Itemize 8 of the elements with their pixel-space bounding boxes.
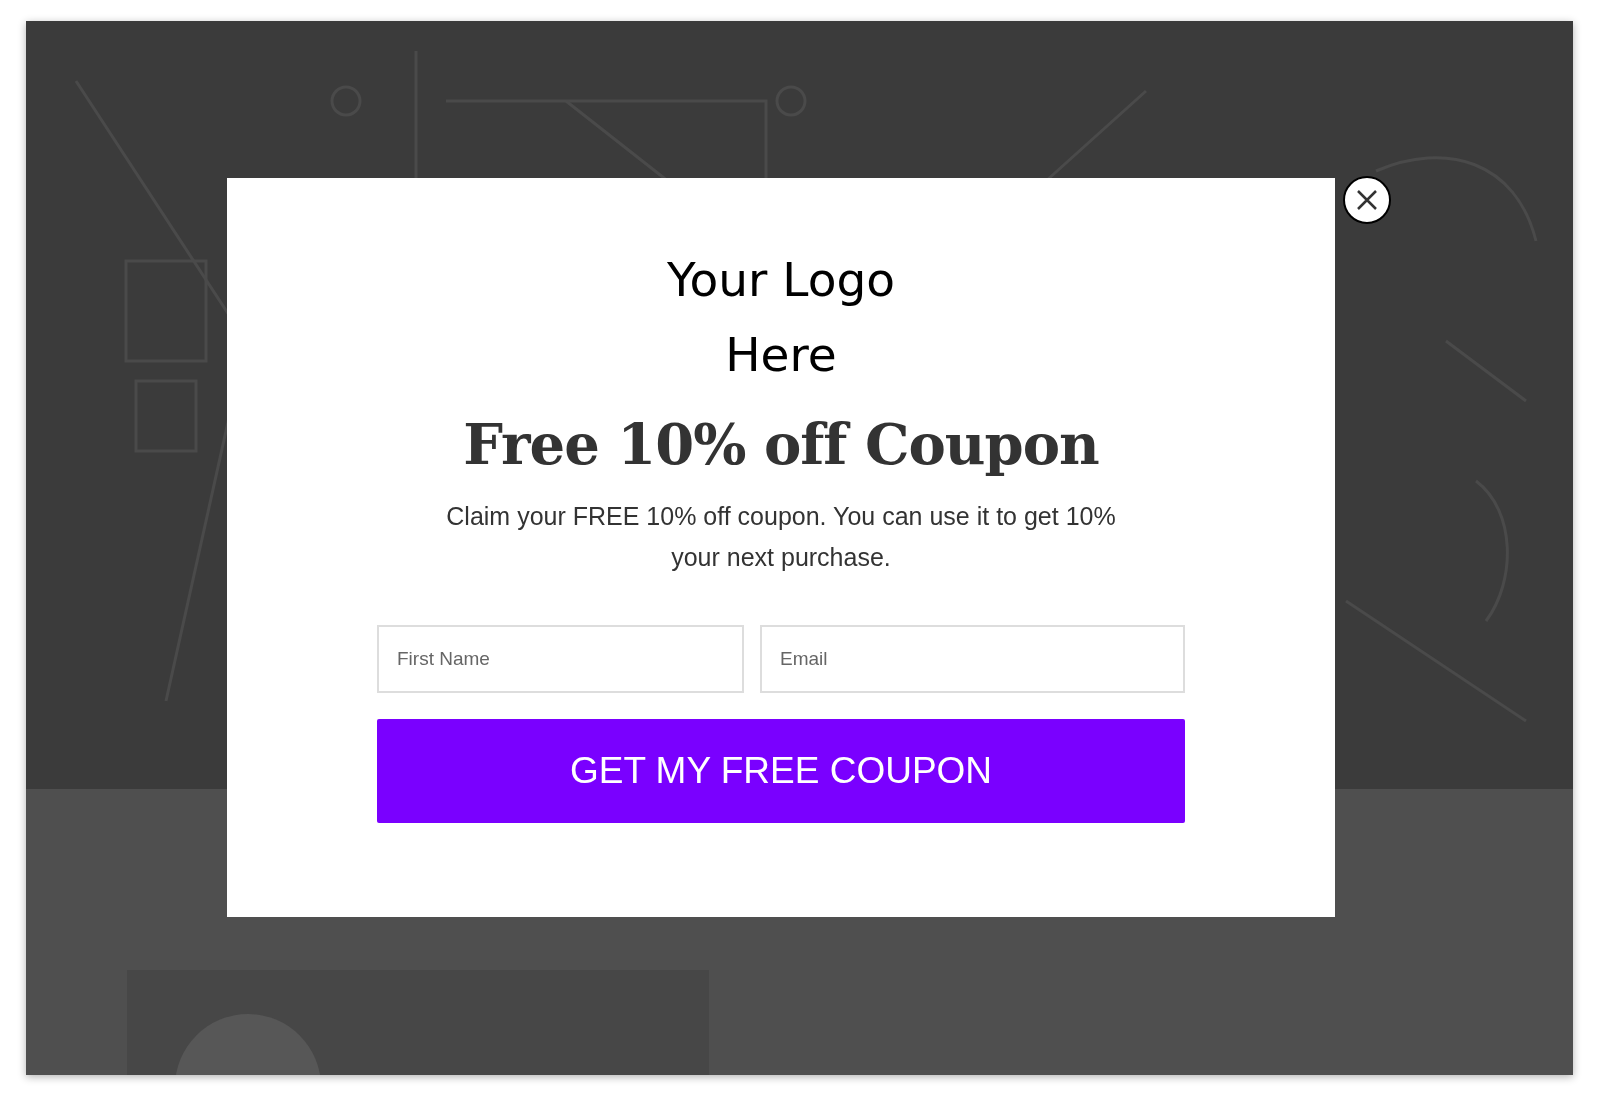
popup-description: Claim your FREE 10% off coupon. You can use it to get 10% your next purchase. xyxy=(445,501,1117,573)
submit-button[interactable]: GET MY FREE COUPON xyxy=(377,719,1185,823)
logo-text: Your Logo xyxy=(667,251,895,309)
logo-text: Here xyxy=(725,326,837,384)
popup-title: Free 10% off Coupon xyxy=(463,410,1099,479)
input-field[interactable]: Email xyxy=(760,625,1185,693)
input-field[interactable]: First Name xyxy=(377,625,744,693)
close-icon xyxy=(1356,189,1378,211)
